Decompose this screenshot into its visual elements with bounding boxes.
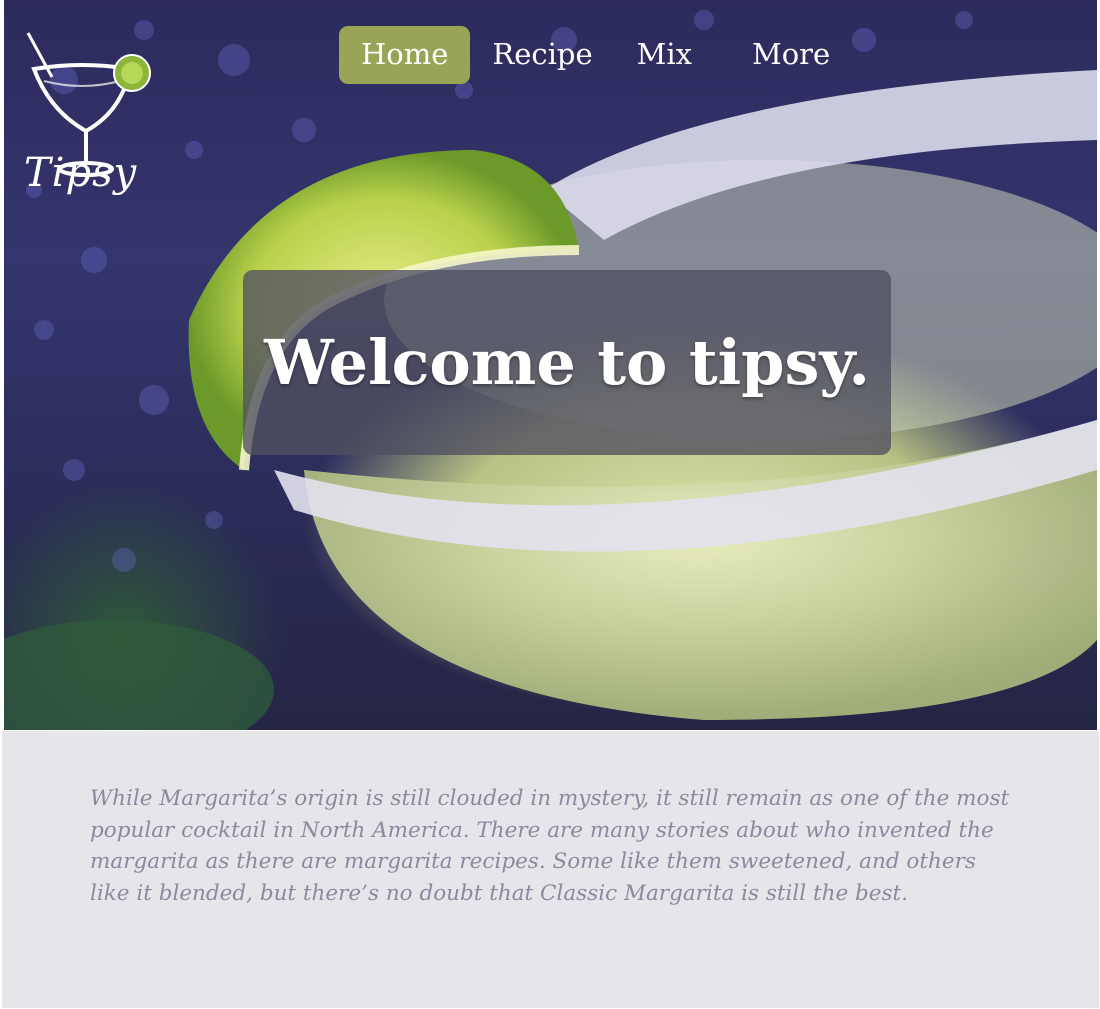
intro-paragraph: While Margarita’s origin is still cloude… (90, 786, 1010, 906)
hero-section: Tipsy Home Recipe Mix More Welcome to ti… (4, 0, 1097, 730)
nav-home[interactable]: Home (339, 26, 471, 84)
nav-mix[interactable]: Mix (615, 26, 714, 84)
welcome-banner: Welcome to tipsy. (243, 270, 891, 455)
intro-section: While Margarita’s origin is still cloude… (2, 731, 1099, 1008)
main-navigation: Home Recipe Mix More (339, 26, 852, 84)
brand-name[interactable]: Tipsy (24, 150, 137, 196)
page-title: Welcome to tipsy. (264, 326, 870, 399)
nav-more[interactable]: More (730, 26, 852, 84)
nav-recipe[interactable]: Recipe (470, 26, 614, 84)
